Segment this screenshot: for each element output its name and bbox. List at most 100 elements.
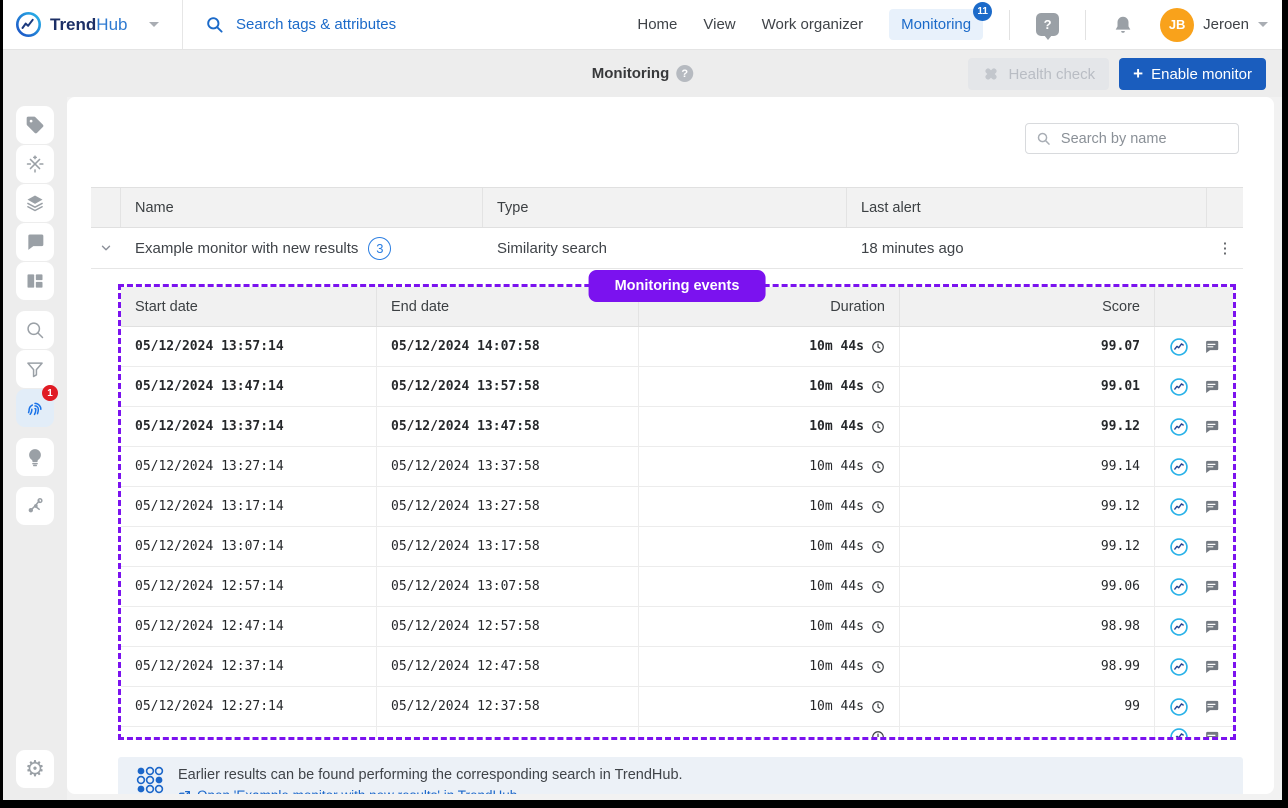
open-trend-button[interactable] <box>1169 697 1189 717</box>
row-expander[interactable] <box>91 228 121 268</box>
event-row: 05/12/2024 12:37:14 05/12/2024 12:47:58 … <box>121 647 1233 687</box>
comment-button[interactable] <box>1204 698 1221 715</box>
clock-icon <box>871 660 885 674</box>
sidebar-item-dashboard[interactable] <box>16 262 54 300</box>
comment-button[interactable] <box>1204 418 1221 435</box>
sidebar-item-layers[interactable] <box>16 184 54 222</box>
duration-value: 10m 44s <box>809 579 864 594</box>
open-trend-button[interactable] <box>1169 377 1189 397</box>
event-duration: 10m 44s <box>639 567 900 606</box>
event-duration: 10m 44s <box>639 527 900 566</box>
dots-grid-icon <box>136 766 164 794</box>
open-trend-button[interactable] <box>1169 617 1189 637</box>
event-actions <box>1155 727 1233 737</box>
user-name: Jeroen <box>1203 16 1249 33</box>
external-link-icon <box>178 790 191 795</box>
sidebar-item-graph[interactable] <box>16 487 54 525</box>
user-menu-caret-icon <box>1258 22 1268 27</box>
open-in-trendhub-link[interactable]: Open 'Example monitor with new results' … <box>197 788 517 794</box>
help-icon[interactable]: ? <box>1036 13 1059 36</box>
nav-view[interactable]: View <box>703 16 735 33</box>
event-start-date: 05/12/2024 12:57:14 <box>121 567 377 606</box>
global-search-input[interactable] <box>234 15 454 34</box>
monitoring-events-region: Monitoring events Start date End date Du… <box>118 284 1236 740</box>
title-help-icon[interactable]: ? <box>676 65 693 82</box>
event-end-date: 05/12/2024 13:07:58 <box>377 567 639 606</box>
nav-home[interactable]: Home <box>637 16 677 33</box>
sidebar-item-ideas[interactable] <box>16 438 54 476</box>
event-start-date <box>121 727 377 737</box>
comment-button[interactable] <box>1204 378 1221 395</box>
new-results-badge: 3 <box>368 237 391 260</box>
column-name: Name <box>121 188 483 227</box>
event-score: 99.14 <box>900 447 1155 486</box>
event-score: 99.07 <box>900 327 1155 366</box>
sidebar-item-filter[interactable] <box>16 350 54 388</box>
event-duration: 10m 44s <box>639 327 900 366</box>
column-score: Score <box>900 287 1155 326</box>
monitor-last-alert-cell: 18 minutes ago <box>847 228 1207 268</box>
sidebar-item-monitoring[interactable]: 1 <box>16 389 54 427</box>
comment-icon <box>1204 458 1221 475</box>
monitor-search-input[interactable] <box>1059 130 1228 148</box>
page-header: Monitoring ? Health check + Enable monit… <box>3 50 1282 97</box>
clock-icon <box>871 380 885 394</box>
row-kebab-menu[interactable]: ⋮ <box>1207 228 1243 268</box>
user-menu[interactable]: JB Jeroen <box>1160 8 1268 42</box>
event-start-date: 05/12/2024 13:47:14 <box>121 367 377 406</box>
nav-monitoring[interactable]: Monitoring11 <box>889 9 983 40</box>
sidebar-item-settings[interactable]: ⚙ <box>16 750 54 788</box>
health-check-button[interactable]: Health check <box>968 58 1109 90</box>
clock-icon <box>871 730 885 737</box>
sidebar-item-transform[interactable] <box>16 145 54 183</box>
comment-button[interactable] <box>1204 458 1221 475</box>
clock-icon <box>871 420 885 434</box>
monitor-row[interactable]: Example monitor with new results 3 Simil… <box>91 228 1243 269</box>
events-table: Start date End date Duration Score 05/12… <box>121 287 1233 737</box>
comment-button[interactable] <box>1204 498 1221 515</box>
events-table-body: 05/12/2024 13:57:14 05/12/2024 14:07:58 … <box>121 327 1233 736</box>
column-type: Type <box>483 188 847 227</box>
comment-button[interactable] <box>1204 658 1221 675</box>
brand-logo[interactable]: TrendHub <box>3 0 183 49</box>
trend-chart-icon <box>1169 697 1189 717</box>
gear-icon: ⚙ <box>25 758 45 780</box>
comment-icon <box>1204 578 1221 595</box>
brand-caret-icon[interactable] <box>149 22 159 27</box>
enable-monitor-button[interactable]: + Enable monitor <box>1119 58 1266 90</box>
clock-icon <box>871 620 885 634</box>
event-score: 99.06 <box>900 567 1155 606</box>
comment-button[interactable] <box>1204 618 1221 635</box>
comment-icon <box>1204 378 1221 395</box>
open-trend-button[interactable] <box>1169 417 1189 437</box>
comment-button[interactable] <box>1204 338 1221 355</box>
page-title-group: Monitoring ? <box>592 50 693 97</box>
nav-work-organizer[interactable]: Work organizer <box>762 16 863 33</box>
column-last-alert: Last alert <box>847 188 1207 227</box>
sidebar-item-tags[interactable] <box>16 106 54 144</box>
open-trend-button[interactable] <box>1169 497 1189 517</box>
comment-button[interactable] <box>1204 538 1221 555</box>
topbar: TrendHub Home View Work organizer Monito… <box>3 0 1282 50</box>
trend-chart-icon <box>1169 377 1189 397</box>
event-score: 98.98 <box>900 607 1155 646</box>
trend-chart-icon <box>1169 457 1189 477</box>
trendhub-logo-icon <box>15 11 42 38</box>
sidebar-item-comments[interactable] <box>16 223 54 261</box>
duration-value: 10m 44s <box>809 699 864 714</box>
notifications-bell-icon[interactable] <box>1112 14 1134 36</box>
open-trend-button[interactable] <box>1169 727 1189 737</box>
open-trend-button[interactable] <box>1169 337 1189 357</box>
event-row: 05/12/2024 13:17:14 05/12/2024 13:27:58 … <box>121 487 1233 527</box>
open-trend-button[interactable] <box>1169 537 1189 557</box>
open-trend-button[interactable] <box>1169 577 1189 597</box>
monitor-name-cell: Example monitor with new results 3 <box>121 228 483 268</box>
sidebar-item-search[interactable] <box>16 311 54 349</box>
comment-button[interactable] <box>1204 729 1221 738</box>
comment-icon <box>1204 698 1221 715</box>
comment-button[interactable] <box>1204 578 1221 595</box>
open-trend-button[interactable] <box>1169 657 1189 677</box>
event-score: 99.01 <box>900 367 1155 406</box>
open-trend-button[interactable] <box>1169 457 1189 477</box>
event-end-date: 05/12/2024 13:57:58 <box>377 367 639 406</box>
